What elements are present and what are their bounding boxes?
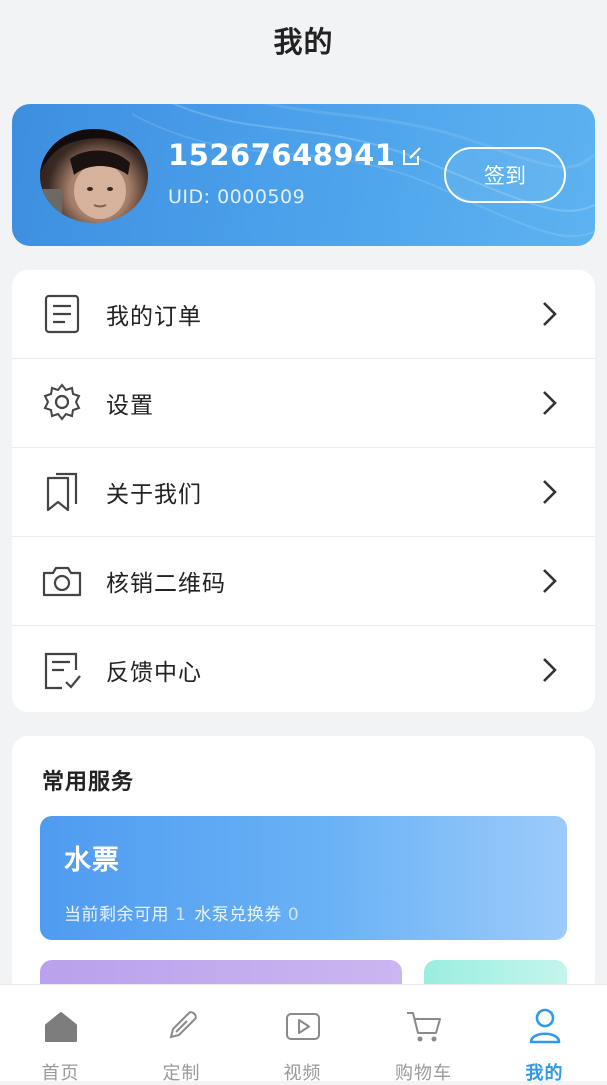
- common-services-section: 常用服务 水票 当前剩余可用 1 水泵兑换券 0: [12, 736, 595, 996]
- tab-label: 定制: [162, 1063, 201, 1084]
- menu-item-label: 我的订单: [106, 304, 202, 330]
- edit-icon[interactable]: [400, 144, 424, 168]
- pen-icon: [169, 1011, 197, 1039]
- menu-item-feedback[interactable]: 反馈中心: [12, 626, 595, 712]
- menu-item-label: 反馈中心: [106, 660, 202, 686]
- avatar-photo: [40, 129, 148, 223]
- cart-icon: [406, 1012, 441, 1042]
- profile-card: 15267648941 UID: 0000509 签到: [12, 104, 595, 246]
- menu-item-label: 关于我们: [106, 482, 202, 508]
- bookmark-icon: [46, 472, 78, 512]
- remaining-value: 1: [175, 905, 187, 925]
- water-ticket-card[interactable]: 水票 当前剩余可用 1 水泵兑换券 0: [40, 816, 567, 940]
- tab-mine[interactable]: 我的: [484, 985, 605, 1084]
- page-title: 我的: [273, 25, 334, 59]
- section-title: 常用服务: [42, 770, 135, 795]
- feedback-icon: [44, 652, 81, 690]
- menu-item-label: 设置: [106, 393, 154, 419]
- tab-label: 视频: [283, 1063, 322, 1084]
- camera-icon: [42, 566, 82, 597]
- menu-item-settings[interactable]: 设置: [12, 359, 595, 447]
- menu-item-about[interactable]: 关于我们: [12, 448, 595, 536]
- gear-icon: [43, 383, 81, 421]
- signin-button[interactable]: 签到: [444, 147, 566, 203]
- order-list-icon: [44, 294, 80, 334]
- menu-list: 我的订单 设置 关于我们 核销二维码 反馈中心: [12, 270, 595, 712]
- bottom-tab-bar: 首页 定制 视频 购物车 我的: [0, 984, 607, 1084]
- menu-item-qrcode[interactable]: 核销二维码: [12, 537, 595, 625]
- menu-item-orders[interactable]: 我的订单: [12, 270, 595, 358]
- remaining-label: 当前剩余可用: [64, 905, 169, 925]
- chevron-right-icon: [543, 391, 557, 415]
- home-icon: [44, 1012, 77, 1042]
- chevron-right-icon: [543, 480, 557, 504]
- avatar[interactable]: [40, 129, 148, 223]
- top-bar: 我的: [0, 0, 607, 80]
- water-ticket-title: 水票: [64, 845, 120, 876]
- user-phone: 15267648941: [168, 138, 396, 172]
- chevron-right-icon: [543, 658, 557, 682]
- water-ticket-info: 当前剩余可用 1 水泵兑换券 0: [64, 900, 307, 925]
- user-icon: [529, 1008, 560, 1044]
- chevron-right-icon: [543, 302, 557, 326]
- video-icon: [285, 1013, 320, 1040]
- tab-customize[interactable]: 定制: [121, 985, 242, 1084]
- tab-label: 我的: [525, 1063, 564, 1084]
- chevron-right-icon: [543, 569, 557, 593]
- tab-home[interactable]: 首页: [0, 985, 121, 1084]
- pump-coupon-label: 水泵兑换券: [194, 905, 282, 925]
- user-uid: UID: 0000509: [168, 186, 306, 208]
- menu-item-label: 核销二维码: [106, 571, 226, 597]
- tab-video[interactable]: 视频: [242, 985, 363, 1084]
- tab-label: 首页: [41, 1063, 80, 1084]
- tab-label: 购物车: [395, 1063, 452, 1084]
- pump-coupon-value: 0: [287, 905, 300, 925]
- tab-cart[interactable]: 购物车: [363, 985, 484, 1084]
